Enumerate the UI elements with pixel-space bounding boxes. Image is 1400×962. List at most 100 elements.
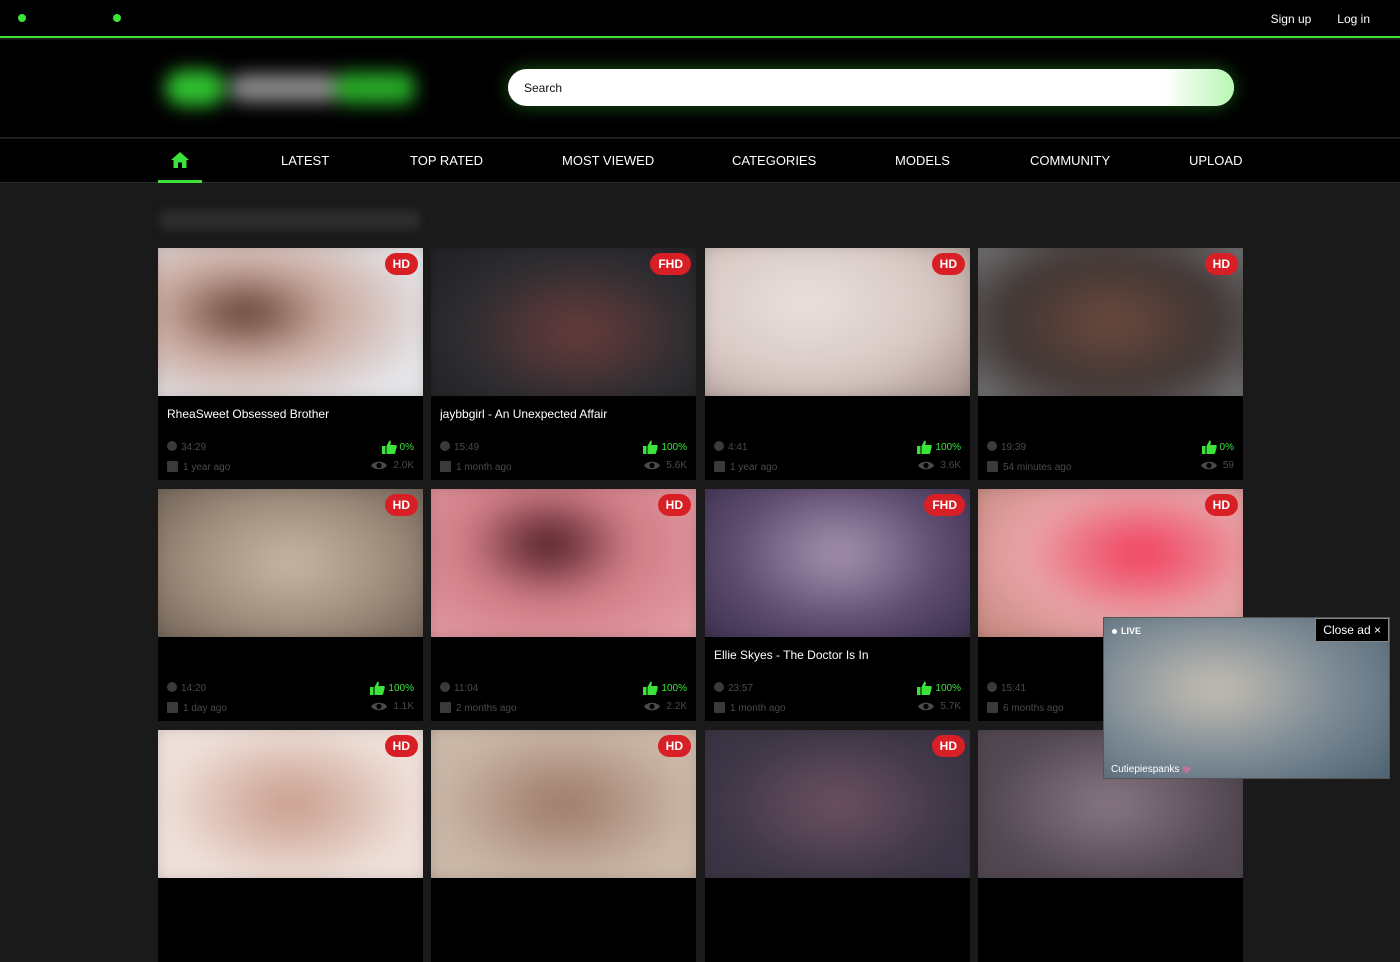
video-views: 5.7K	[917, 701, 961, 712]
video-duration: 11:04	[440, 682, 478, 694]
nav-most-viewed[interactable]: MOST VIEWED	[562, 139, 654, 183]
clock-icon	[987, 441, 997, 451]
quality-badge: HD	[931, 253, 965, 275]
calendar-icon	[987, 702, 998, 713]
nav-categories[interactable]: CATEGORIES	[732, 139, 816, 183]
nav-home[interactable]	[158, 139, 202, 183]
quality-badge: FHD	[924, 494, 965, 516]
video-thumbnail[interactable]: HD	[978, 489, 1243, 637]
video-thumbnail[interactable]: HD	[431, 730, 696, 878]
nav-latest[interactable]: LATEST	[281, 139, 329, 183]
ad-username[interactable]: Cutiepiespanks	[1111, 764, 1191, 775]
signup-link[interactable]: Sign up	[1271, 12, 1312, 26]
video-thumbnail[interactable]: HD	[978, 248, 1243, 396]
video-thumbnail[interactable]: HD	[158, 489, 423, 637]
calendar-icon	[440, 461, 451, 472]
video-card[interactable]: HD 19:39 54 minutes ago 0% 59	[978, 248, 1243, 480]
site-logo[interactable]	[165, 60, 420, 115]
clock-icon	[167, 682, 177, 692]
quality-badge: HD	[931, 735, 965, 757]
thumbs-up-icon	[917, 681, 933, 695]
main-nav: LATEST TOP RATED MOST VIEWED CATEGORIES …	[0, 139, 1400, 183]
home-icon	[171, 152, 189, 168]
quality-badge: HD	[1204, 494, 1238, 516]
quality-badge: HD	[384, 494, 418, 516]
nav-community[interactable]: COMMUNITY	[1030, 139, 1110, 183]
thumbs-up-icon	[917, 440, 933, 454]
quality-badge: HD	[384, 253, 418, 275]
thumbs-up-icon	[1201, 440, 1217, 454]
quality-badge: HD	[657, 735, 691, 757]
video-duration: 15:49	[440, 441, 479, 453]
video-duration: 23:57	[714, 682, 753, 694]
video-thumbnail[interactable]: HD	[158, 730, 423, 878]
site-header	[0, 40, 1400, 138]
video-rating: 100%	[643, 681, 687, 695]
eye-icon	[644, 702, 661, 711]
quality-badge: HD	[1204, 253, 1238, 275]
video-card[interactable]: HD	[158, 730, 423, 962]
video-card[interactable]: HD 4:41 1 year ago 100% 3.6K	[705, 248, 970, 480]
eye-icon	[644, 461, 661, 470]
thumbs-up-icon	[381, 440, 397, 454]
video-thumbnail[interactable]: HD	[705, 248, 970, 396]
section-title	[160, 210, 420, 230]
video-age: 2 months ago	[440, 702, 517, 714]
video-rating: 100%	[917, 681, 961, 695]
video-age: 1 month ago	[440, 461, 512, 473]
clock-icon	[987, 682, 997, 692]
eye-icon	[1200, 461, 1217, 470]
top-bar: Sign up Log in	[0, 0, 1400, 38]
video-age: 54 minutes ago	[987, 461, 1071, 473]
close-ad-button[interactable]: Close ad ×	[1315, 618, 1389, 642]
video-card[interactable]: HD 11:04 2 months ago 100% 2.2K	[431, 489, 696, 721]
video-card[interactable]: HD 14:20 1 day ago 100% 1.1K	[158, 489, 423, 721]
video-duration: 4:41	[714, 441, 747, 453]
search-button[interactable]	[1164, 69, 1234, 106]
eye-icon	[371, 702, 388, 711]
nav-models[interactable]: MODELS	[895, 139, 950, 183]
video-duration: 15:41	[987, 682, 1026, 694]
video-thumbnail[interactable]: HD	[431, 489, 696, 637]
video-title[interactable]: Ellie Skyes - The Doctor Is In	[714, 648, 964, 662]
video-rating: 0%	[381, 440, 414, 454]
video-age: 1 year ago	[167, 461, 230, 473]
video-thumbnail[interactable]: HD	[158, 248, 423, 396]
eye-icon	[918, 461, 935, 470]
video-duration: 14:20	[167, 682, 206, 694]
calendar-icon	[987, 461, 998, 472]
video-rating: 100%	[370, 681, 414, 695]
video-card[interactable]: HD RheaSweet Obsessed Brother 34:29 1 year …	[158, 248, 423, 480]
eye-icon	[918, 702, 935, 711]
account-links: Sign up Log in	[1271, 12, 1370, 26]
video-card[interactable]: HD	[705, 730, 970, 962]
status-dot	[18, 14, 26, 22]
video-thumbnail[interactable]: FHD	[705, 489, 970, 637]
video-age: 1 month ago	[714, 702, 786, 714]
nav-upload[interactable]: UPLOAD	[1189, 139, 1242, 183]
video-rating: 0%	[1201, 440, 1234, 454]
video-views: 5.6K	[643, 460, 687, 471]
video-card[interactable]: FHD Ellie Skyes - The Doctor Is In 23:57 1 …	[705, 489, 970, 721]
clock-icon	[440, 682, 450, 692]
video-title[interactable]: jaybbgirl - An Unexpected Affair	[440, 407, 690, 421]
video-rating: 100%	[643, 440, 687, 454]
video-views: 2.2K	[643, 701, 687, 712]
search-input[interactable]	[524, 69, 1164, 106]
video-age: 1 year ago	[714, 461, 777, 473]
video-thumbnail[interactable]: FHD	[431, 248, 696, 396]
clock-icon	[714, 441, 724, 451]
login-link[interactable]: Log in	[1337, 12, 1370, 26]
quality-badge: FHD	[650, 253, 691, 275]
video-card[interactable]: FHD jaybbgirl - An Unexpected Affair 15:49…	[431, 248, 696, 480]
nav-top-rated[interactable]: TOP RATED	[410, 139, 483, 183]
video-title[interactable]: RheaSweet Obsessed Brother	[167, 407, 417, 421]
video-age: 6 months ago	[987, 702, 1064, 714]
video-age: 1 day ago	[167, 702, 227, 714]
video-views: 59	[1200, 460, 1234, 471]
video-thumbnail[interactable]: HD	[705, 730, 970, 878]
live-cam-ad[interactable]: LIVE Close ad × Cutiepiespanks	[1103, 617, 1390, 779]
video-views: 3.6K	[917, 460, 961, 471]
video-card[interactable]: HD	[431, 730, 696, 962]
video-rating: 100%	[917, 440, 961, 454]
